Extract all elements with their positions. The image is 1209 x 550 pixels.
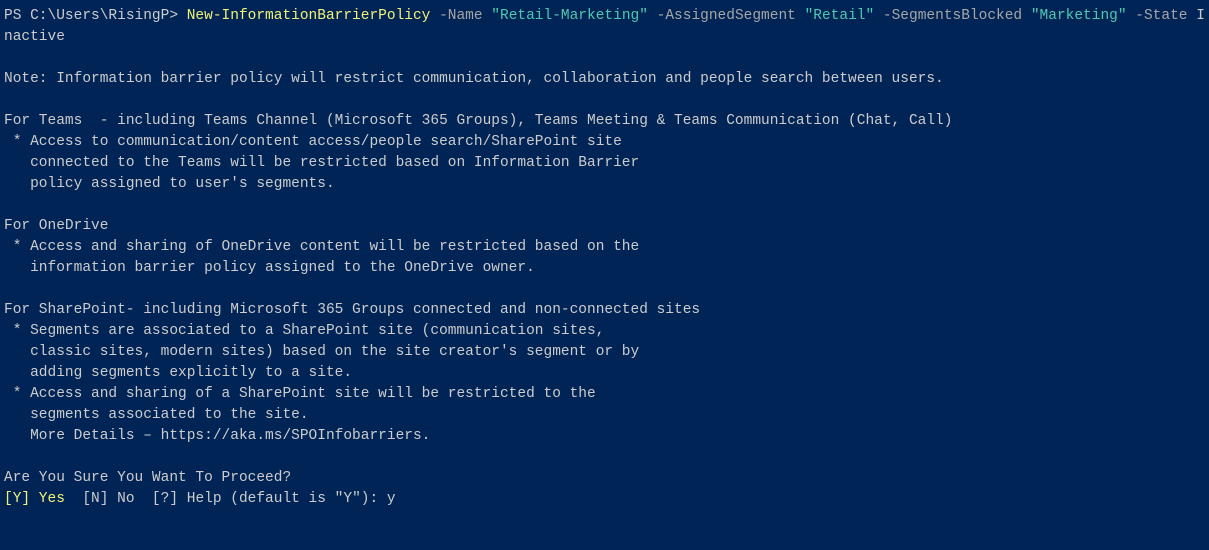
note-line: Note: Information barrier policy will re… bbox=[4, 71, 944, 87]
sharepoint-bullet2: * Access and sharing of a SharePoint sit… bbox=[4, 386, 596, 402]
param-segment-value: "Retail" bbox=[805, 8, 875, 24]
param-name-flag: -Name bbox=[439, 8, 483, 24]
prompt-path: PS C:\Users\RisingP> bbox=[4, 8, 178, 24]
onedrive-line2: information barrier policy assigned to t… bbox=[4, 260, 535, 276]
teams-bullet: * Access to communication/content access… bbox=[4, 134, 622, 150]
cmdlet-name: New-InformationBarrierPolicy bbox=[187, 8, 431, 24]
sharepoint-line2: classic sites, modern sites) based on th… bbox=[4, 344, 639, 360]
onedrive-bullet: * Access and sharing of OneDrive content… bbox=[4, 239, 639, 255]
sharepoint-heading: For SharePoint- including Microsoft 365 … bbox=[4, 302, 700, 318]
teams-heading: For Teams - including Teams Channel (Mic… bbox=[4, 113, 952, 129]
param-state-flag: -State bbox=[1135, 8, 1187, 24]
confirm-question: Are You Sure You Want To Proceed? bbox=[4, 470, 291, 486]
sharepoint-bullet1: * Segments are associated to a SharePoin… bbox=[4, 323, 604, 339]
param-blocked-value: "Marketing" bbox=[1031, 8, 1127, 24]
confirm-yes-option[interactable]: [Y] Yes bbox=[4, 491, 65, 507]
teams-line3: policy assigned to user's segments. bbox=[4, 176, 335, 192]
confirm-answer[interactable]: y bbox=[387, 491, 396, 507]
confirm-rest: [N] No [?] Help (default is "Y"): bbox=[65, 491, 387, 507]
param-name-value: "Retail-Marketing" bbox=[491, 8, 648, 24]
onedrive-heading: For OneDrive bbox=[4, 218, 108, 234]
sharepoint-line6: More Details – https://aka.ms/SPOInfobar… bbox=[4, 428, 430, 444]
param-blocked-flag: -SegmentsBlocked bbox=[883, 8, 1022, 24]
sharepoint-line3: adding segments explicitly to a site. bbox=[4, 365, 352, 381]
param-segment-flag: -AssignedSegment bbox=[657, 8, 796, 24]
sharepoint-line5: segments associated to the site. bbox=[4, 407, 309, 423]
teams-line2: connected to the Teams will be restricte… bbox=[4, 155, 639, 171]
